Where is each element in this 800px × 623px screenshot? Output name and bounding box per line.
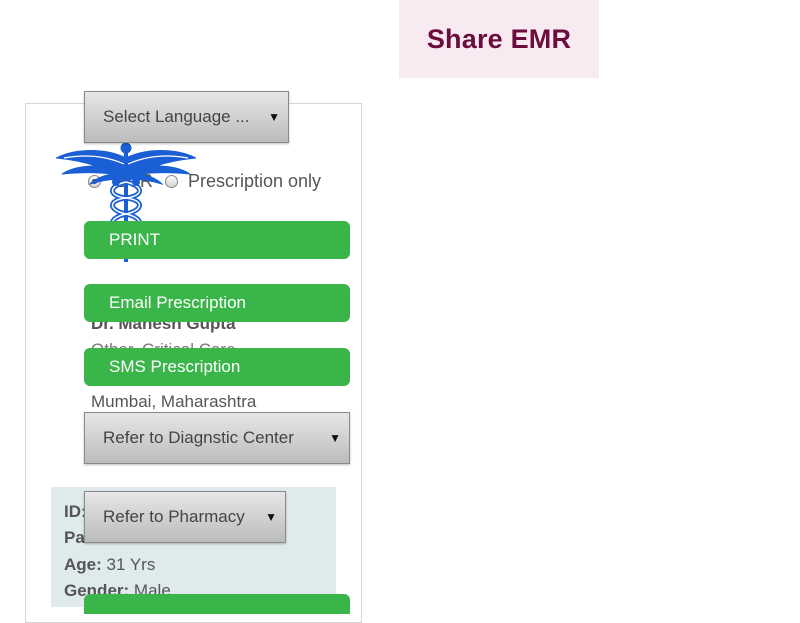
- share-emr-label: Share EMR: [426, 23, 572, 54]
- refer-pharmacy-value: Refer to Pharmacy: [103, 507, 245, 526]
- language-select-value: Select Language ...: [103, 107, 250, 126]
- email-prescription-button[interactable]: Email Prescription: [84, 284, 350, 322]
- print-button[interactable]: PRINT: [84, 221, 350, 259]
- print-button-label: PRINT: [109, 230, 160, 249]
- chevron-down-icon: ▼: [329, 431, 341, 445]
- patient-age-label: Age:: [64, 555, 102, 574]
- email-prescription-label: Email Prescription: [109, 293, 246, 312]
- share-emr-tab[interactable]: Share EMR: [399, 0, 599, 78]
- chevron-down-icon: ▼: [268, 110, 280, 124]
- sms-prescription-button[interactable]: SMS Prescription: [84, 348, 350, 386]
- prescription-only-label: Prescription only: [188, 170, 322, 191]
- chevron-down-icon: ▼: [265, 510, 277, 524]
- doctor-location: Mumbai, Maharashtra: [91, 392, 257, 411]
- sms-prescription-label: SMS Prescription: [109, 357, 241, 376]
- bottom-action-button[interactable]: [84, 594, 350, 614]
- patient-age: Age: 31 Yrs: [64, 555, 155, 575]
- refer-diagnostic-select[interactable]: Refer to Diagnstic Center ▼: [84, 412, 350, 464]
- refer-pharmacy-select[interactable]: Refer to Pharmacy ▼: [84, 491, 286, 543]
- refer-diagnostic-value: Refer to Diagnstic Center: [103, 428, 294, 447]
- language-select[interactable]: Select Language ... ▼: [84, 91, 289, 143]
- patient-age-value: 31 Yrs: [106, 555, 156, 574]
